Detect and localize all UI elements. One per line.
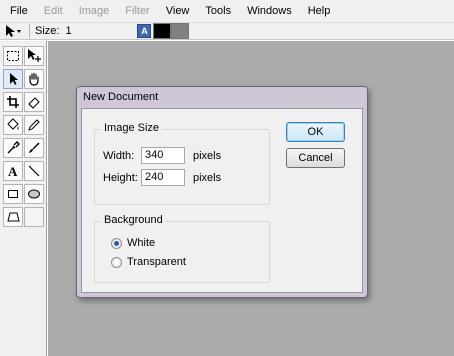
move-selection-icon — [28, 49, 41, 62]
line-tool[interactable] — [24, 161, 44, 181]
width-unit: pixels — [193, 150, 222, 162]
height-label: Height: — [103, 172, 138, 184]
ellipse-icon — [28, 189, 40, 199]
image-size-legend: Image Size — [101, 122, 163, 134]
pencil-tool[interactable] — [24, 115, 44, 135]
toolbar-separator — [29, 24, 30, 38]
move-selection-tool[interactable] — [24, 46, 44, 66]
menu-file[interactable]: File — [0, 0, 36, 22]
brush-icon — [29, 142, 40, 153]
paint-bucket-tool[interactable] — [3, 115, 23, 135]
pointer-tool[interactable] — [3, 69, 23, 89]
background-group: Background White Transparent — [94, 214, 270, 283]
svg-text:A: A — [8, 164, 18, 178]
hand-icon — [29, 72, 39, 86]
dialog-body: Image Size Width: 340 pixels Height: 240… — [81, 108, 363, 293]
size-label: Size: — [35, 25, 60, 37]
polygon-tool[interactable] — [3, 207, 23, 227]
rect-select-icon — [7, 51, 19, 61]
radio-transparent-button[interactable] — [111, 256, 122, 268]
radio-selected-dot — [114, 240, 119, 246]
polygon-icon — [7, 212, 20, 222]
radio-transparent[interactable]: Transparent — [111, 256, 186, 268]
menu-help[interactable]: Help — [300, 0, 339, 22]
height-unit: pixels — [193, 172, 222, 184]
pointer-icon — [10, 73, 18, 85]
menu-view[interactable]: View — [158, 0, 198, 22]
menu-image[interactable]: Image — [71, 0, 118, 22]
text-icon: A — [8, 164, 18, 178]
rectangle-icon — [8, 190, 18, 198]
empty-tool-slot — [24, 207, 44, 227]
radio-white-button[interactable] — [111, 237, 122, 249]
image-size-group: Image Size Width: 340 pixels Height: 240… — [94, 122, 270, 205]
rectangle-tool[interactable] — [3, 184, 23, 204]
width-label: Width: — [103, 150, 135, 162]
brush-tool[interactable] — [24, 138, 44, 158]
menu-filter[interactable]: Filter — [117, 0, 157, 22]
paint-bucket-icon — [7, 118, 19, 130]
secondary-color-swatch[interactable] — [171, 23, 190, 39]
primary-color-swatch[interactable] — [153, 23, 172, 39]
tool-panel: A — [0, 41, 47, 356]
hand-tool[interactable] — [24, 69, 44, 89]
menu-bar: File Edit Image Filter View Tools Window… — [0, 0, 454, 22]
menu-tools[interactable]: Tools — [197, 0, 239, 22]
tool-dropdown-button[interactable] — [0, 23, 26, 39]
text-style-icon[interactable]: A — [137, 24, 152, 38]
eraser-icon — [28, 97, 40, 109]
background-legend: Background — [101, 214, 166, 226]
eyedropper-icon — [7, 141, 20, 154]
dialog-title: New Document — [83, 91, 159, 103]
rect-select-tool[interactable] — [3, 46, 23, 66]
crop-icon — [7, 96, 19, 108]
menu-windows[interactable]: Windows — [239, 0, 300, 22]
eyedropper-tool[interactable] — [3, 138, 23, 158]
pencil-icon — [28, 119, 40, 131]
eraser-tool[interactable] — [24, 92, 44, 112]
options-toolbar: Size: 1 A — [0, 22, 454, 40]
ellipse-tool[interactable] — [24, 184, 44, 204]
text-tool[interactable]: A — [3, 161, 23, 181]
crop-tool[interactable] — [3, 92, 23, 112]
height-input[interactable]: 240 — [141, 169, 185, 186]
radio-white-label: White — [127, 237, 156, 249]
cancel-button[interactable]: Cancel — [286, 148, 345, 168]
pointer-dropdown-icon — [6, 25, 21, 37]
size-value[interactable]: 1 — [65, 25, 135, 37]
new-document-dialog: New Document Image Size Width: 340 pixel… — [76, 86, 368, 298]
menu-edit[interactable]: Edit — [36, 0, 71, 22]
ok-button[interactable]: OK — [286, 122, 345, 142]
radio-transparent-label: Transparent — [127, 256, 186, 268]
radio-white[interactable]: White — [111, 237, 155, 249]
width-input[interactable]: 340 — [141, 147, 185, 164]
line-icon — [28, 165, 40, 177]
